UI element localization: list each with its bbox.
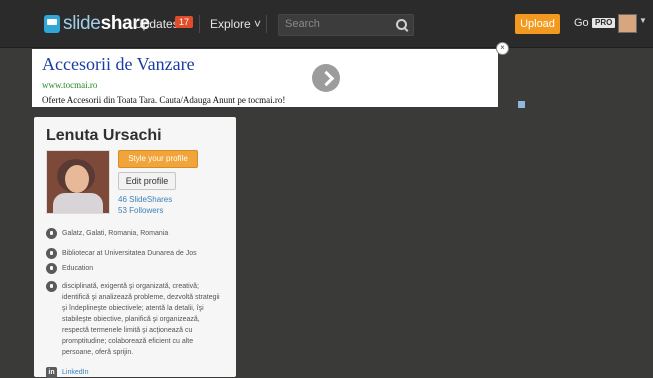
profile-photo[interactable] xyxy=(46,150,110,214)
logo-text-light: slide xyxy=(63,13,101,34)
info-icon xyxy=(46,281,57,292)
location-text: Galatz, Galati, Romania, Romania xyxy=(62,230,169,237)
followers-count-link[interactable]: 53 Followers xyxy=(118,206,163,215)
user-avatar[interactable] xyxy=(618,14,637,33)
briefcase-icon xyxy=(46,248,57,259)
nav-divider xyxy=(199,15,200,33)
linkedin-link[interactable]: LinkedIn xyxy=(62,367,88,378)
explore-menu[interactable]: Explore ˅ xyxy=(210,17,261,31)
ad-title[interactable]: Accesorii de Vanzare xyxy=(42,54,195,75)
ad-url[interactable]: www.tocmai.ro xyxy=(42,80,97,90)
close-icon[interactable]: × xyxy=(496,42,509,55)
industry-text: Education xyxy=(62,265,94,272)
profile-name: Lenuta Ursachi xyxy=(46,127,162,144)
go-pro-link[interactable]: Go xyxy=(574,17,589,29)
location-pin-icon xyxy=(46,228,57,239)
search-input[interactable]: Search xyxy=(285,18,320,30)
updates-count-badge[interactable]: 17 xyxy=(175,16,194,28)
ad-description[interactable]: Oferte Accesorii din Toata Tara. Cauta/A… xyxy=(42,95,285,105)
industry-icon xyxy=(46,263,57,274)
arrow-right-icon[interactable] xyxy=(312,64,340,92)
nav-divider xyxy=(266,15,267,33)
ad-banner[interactable]: Accesorii de Vanzare www.tocmai.ro Ofert… xyxy=(32,49,525,108)
upload-button[interactable]: Upload xyxy=(515,14,560,34)
updates-link[interactable]: Updates xyxy=(134,17,179,31)
slideshare-logo-icon xyxy=(44,15,60,33)
profile-card: Lenuta Ursachi Style your profile Edit p… xyxy=(34,117,236,378)
linkedin-row[interactable]: in LinkedIn xyxy=(46,367,88,378)
about-row: disciplinată, exigentă şi organizată, cr… xyxy=(46,281,224,358)
job-text: Bibliotecar at Universitatea Dunarea de … xyxy=(62,250,197,257)
top-navigation-bar: slideshare Updates 17 Explore ˅ Search U… xyxy=(0,0,653,48)
chevron-down-icon[interactable]: ▼ xyxy=(639,16,647,25)
style-profile-button[interactable]: Style your profile xyxy=(118,150,198,168)
industry-row: Education xyxy=(46,263,93,274)
edit-profile-button[interactable]: Edit profile xyxy=(118,172,176,190)
ad-choices-icon[interactable] xyxy=(518,101,525,108)
about-text: disciplinată, exigentă şi organizată, cr… xyxy=(62,283,220,356)
job-row: Bibliotecar at Universitatea Dunarea de … xyxy=(46,248,197,259)
search-icon[interactable] xyxy=(396,19,407,30)
linkedin-icon[interactable]: in xyxy=(46,367,57,378)
search-box[interactable]: Search xyxy=(278,14,414,36)
slideshares-count-link[interactable]: 46 SlideShares xyxy=(118,195,172,204)
pro-badge[interactable]: PRO xyxy=(592,18,616,28)
location-row: Galatz, Galati, Romania, Romania xyxy=(46,228,168,239)
